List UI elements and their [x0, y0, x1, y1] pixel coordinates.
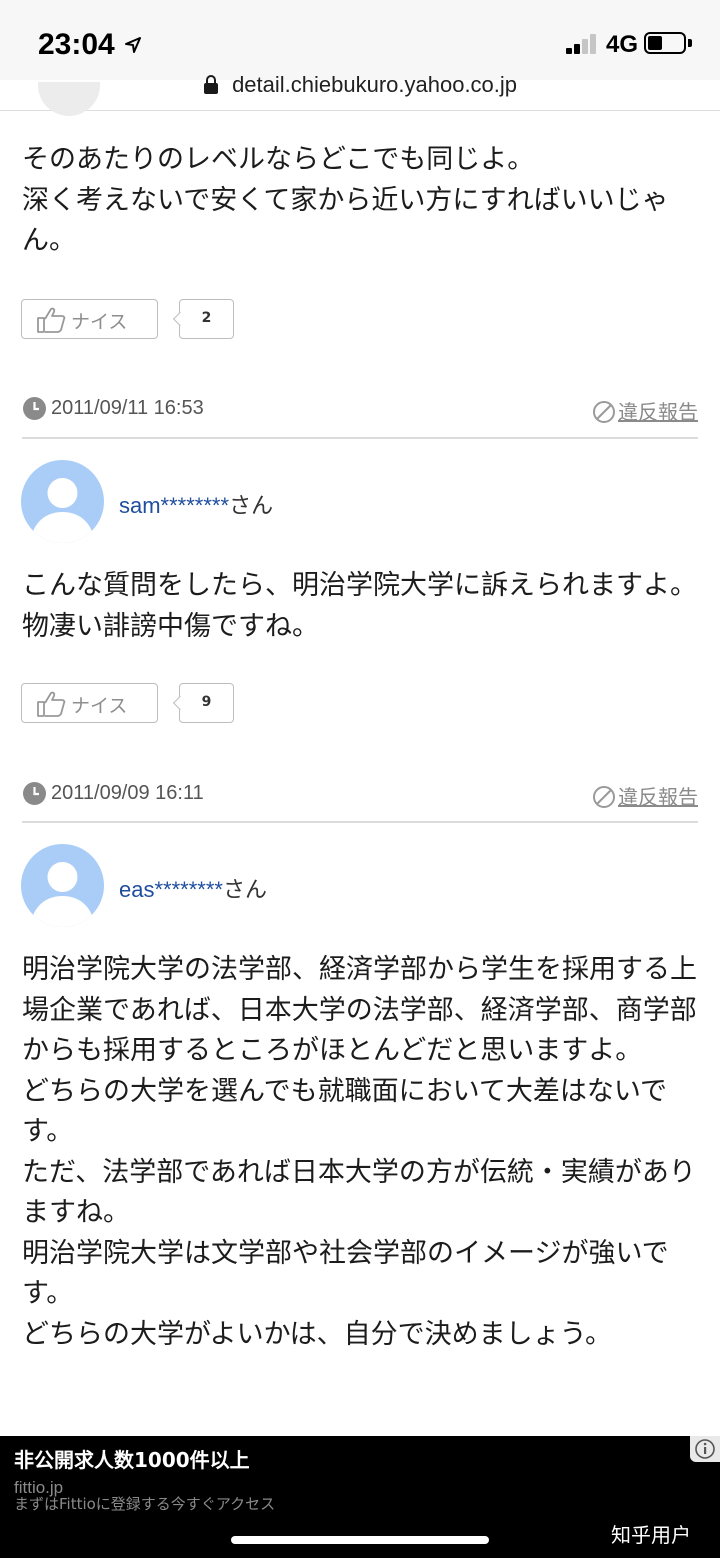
answer-text: そのあたりのレベルならどこでも同じよ。 深く考えないで安くて家から近い方にすれば… — [22, 144, 669, 256]
answer-text: こんな質問をしたら、明治学院大学に訴えられますよ。物凄い誹謗中傷ですね。 — [22, 570, 697, 642]
watermark: 知乎用户 — [611, 1523, 691, 1547]
avatar[interactable] — [21, 844, 104, 927]
thumbs-up-icon — [37, 307, 66, 333]
report-link[interactable]: 違反報告 — [592, 396, 698, 425]
ad-info-icon — [695, 1439, 715, 1459]
report-label: 違反報告 — [618, 400, 698, 424]
avatar[interactable] — [21, 460, 104, 543]
answer-date: 2011/09/11 16:53 — [51, 397, 204, 419]
thumbs-up-icon — [37, 691, 66, 717]
ad-title: 非公開求人数1000件以上 — [14, 1448, 250, 1472]
answer-meta: 2011/09/09 16:11 違反報告 — [22, 780, 698, 810]
honorific: さん — [222, 878, 267, 903]
answer-meta: 2011/09/11 16:53 違反報告 — [22, 395, 698, 425]
user-name[interactable]: eas********さん — [119, 872, 267, 904]
clock-icon — [23, 397, 46, 420]
nice-count: 9 — [179, 683, 234, 723]
prohibited-icon — [593, 786, 615, 808]
network-type: 4G — [606, 31, 639, 58]
home-indicator[interactable] — [231, 1536, 489, 1544]
username-text: eas******** — [119, 877, 223, 902]
lock-icon — [203, 75, 218, 94]
address-bar[interactable]: detail.chiebukuro.yahoo.co.jp — [0, 72, 720, 108]
divider — [22, 821, 698, 823]
clock-icon — [23, 782, 46, 805]
report-label: 違反報告 — [618, 785, 698, 809]
username-text: sam******** — [119, 493, 230, 518]
ad-banner[interactable]: 非公開求人数1000件以上 fittio.jp まずはFittioに登録する今す… — [0, 1436, 720, 1558]
honorific: さん — [229, 494, 274, 519]
default-user-icon — [21, 844, 104, 927]
default-user-icon — [21, 460, 104, 543]
nice-label: ナイス — [71, 695, 128, 717]
signal-strength-icon — [566, 34, 602, 54]
ad-description: まずはFittioに登録する今すぐアクセス — [14, 1495, 276, 1513]
status-bar: 23:04 4G detail.chiebukuro.yahoo.co.jp — [0, 0, 720, 97]
user-name[interactable]: sam********さん — [119, 488, 273, 520]
report-link[interactable]: 違反報告 — [592, 781, 698, 810]
url-text: detail.chiebukuro.yahoo.co.jp — [232, 72, 518, 97]
nice-button[interactable]: ナイス — [21, 299, 158, 339]
nice-count: 2 — [179, 299, 234, 339]
prohibited-icon — [593, 401, 615, 423]
answer-text: 明治学院大学の法学部、経済学部から学生を採用する上場企業であれば、日本大学の法学… — [22, 954, 697, 1350]
answer-date: 2011/09/09 16:11 — [51, 782, 204, 804]
ad-info-button[interactable] — [690, 1436, 720, 1462]
nice-label: ナイス — [71, 311, 128, 333]
divider — [22, 437, 698, 439]
toolbar-divider — [0, 110, 720, 111]
status-time: 23:04 — [38, 28, 115, 61]
location-arrow-icon — [125, 37, 141, 53]
battery-icon — [644, 32, 686, 54]
nice-button[interactable]: ナイス — [21, 683, 158, 723]
